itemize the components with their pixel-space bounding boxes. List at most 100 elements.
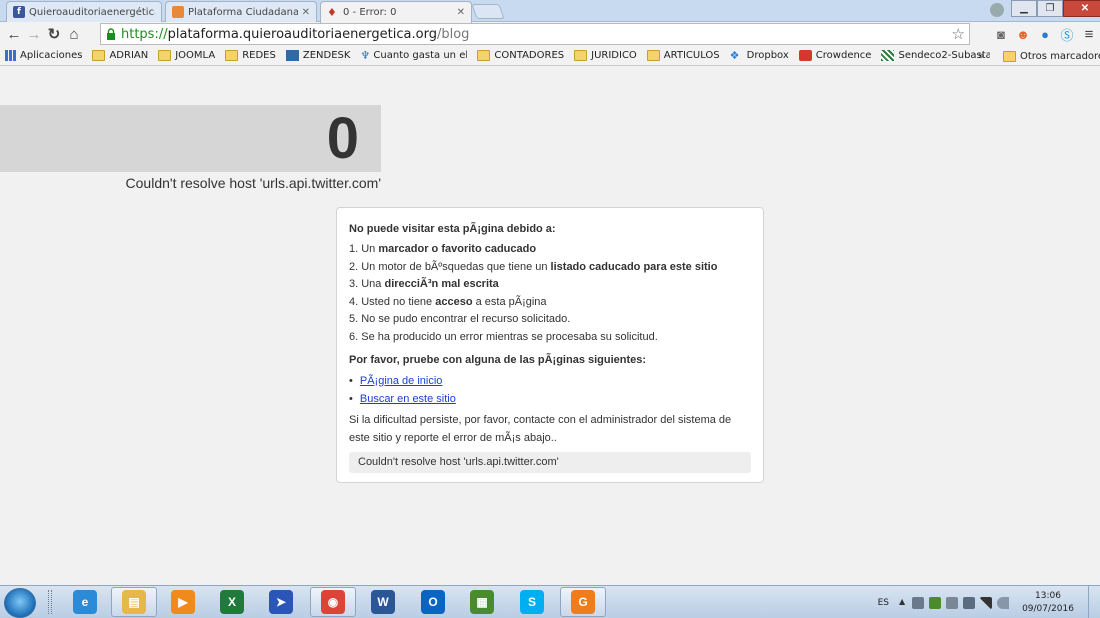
clock-time: 13:06 [1035,590,1061,601]
lock-icon [107,28,115,40]
list-item: 2. Un motor de bÃºsquedas que tiene un l… [349,260,718,273]
show-desktop-button[interactable] [1088,586,1100,618]
address-bar[interactable]: https://plataforma.quieroauditoriaenerge… [100,23,970,45]
taskbar-app-button[interactable]: W [360,587,406,617]
bookmark-label: Cuanto gasta un elec [373,50,468,61]
clock[interactable]: 13:06 09/07/2016 [1014,590,1082,616]
taskbar-app-button[interactable]: ▤ [111,587,157,617]
bookmark-label: ARTICULOS [663,50,720,61]
error-message: Couldn't resolve host 'urls.api.twitter.… [125,175,381,191]
avg-tray-icon[interactable] [929,596,941,609]
tab-strip: f Quieroauditoriaenergética × Plataforma… [0,0,1100,23]
start-button[interactable] [4,588,36,618]
user-profile-icon[interactable] [990,3,1004,17]
list-item: 3. Una direcciÃ³n mal escrita [349,278,499,291]
clock-date: 09/07/2016 [1022,603,1074,614]
tab-title: 0 - Error: 0 [343,7,397,18]
page-content: 0 Couldn't resolve host 'urls.api.twitte… [0,67,1100,585]
back-arrow-icon[interactable]: ← [4,24,24,44]
apps-grid-icon [5,50,16,61]
extension-avatar-icon[interactable]: ☻ [1012,24,1034,44]
action-center-flag-icon[interactable] [912,596,924,609]
taskbar-app-button[interactable]: ➤ [258,587,304,617]
close-tab-icon[interactable]: ✕ [302,7,310,18]
new-tab-button[interactable] [471,4,505,19]
skype-icon: S [520,590,544,614]
bookmarks-overflow-button[interactable]: » [978,49,985,62]
bookmarks-bar: Aplicaciones ADRIAN JOOMLA REDES ZENDESK… [0,46,1100,66]
bookmark-redes[interactable]: REDES [220,50,281,61]
close-window-button[interactable]: ✕ [1063,0,1100,17]
system-tray: ES ▲ 13:06 09/07/2016 [878,586,1100,618]
error-code: 0 [326,106,359,171]
try-pages-heading: Por favor, pruebe con alguna de las pÃ¡g… [349,353,647,366]
taskbar-separator [48,590,52,614]
window-controls: ▁ ❐ ✕ [1011,0,1100,17]
taskbar-app-button[interactable]: ▶ [160,587,206,617]
file-explorer-icon: ▤ [122,590,146,614]
taskbar-app-button[interactable]: ▦ [459,587,505,617]
tab-plataforma[interactable]: Plataforma Ciudadana - A ✕ [165,1,317,22]
bookmark-contadores[interactable]: CONTADORES [472,50,569,61]
bookmark-adrian[interactable]: ADRIAN [87,50,153,61]
maximize-button[interactable]: ❐ [1037,0,1063,17]
forward-arrow-icon[interactable]: → [24,24,44,44]
taskbar-app-button[interactable]: e [62,587,108,617]
bookmark-dropbox[interactable]: ❖ Dropbox [725,50,794,61]
url-path: /blog [436,26,470,42]
extension-bar: ◙ ☻ ● Ⓢ ≡ [990,22,1100,46]
error-code-banner: 0 [0,105,381,172]
tab-facebook[interactable]: f Quieroauditoriaenergética × [6,1,162,22]
taskbar-app-button[interactable]: G [560,587,606,617]
home-icon[interactable]: ⌂ [64,24,84,44]
bookmark-joomla[interactable]: JOOMLA [153,50,220,61]
reload-icon[interactable]: ↻ [44,24,64,44]
network-tray-icon[interactable] [963,596,975,609]
taskbar-app-button[interactable]: ◉ [310,587,356,617]
media-player-icon: ▶ [171,590,195,614]
bookmark-label: Sendeco2-Subasta-CC [898,50,991,61]
signal-icon[interactable] [980,596,992,609]
menu-icon[interactable]: ≡ [1078,24,1100,44]
folder-icon [1003,50,1016,62]
card-heading: No puede visitar esta pÃ¡gina debido a: [349,223,556,235]
bookmark-articulos[interactable]: ARTICULOS [642,50,725,61]
outlook-icon: O [421,590,445,614]
search-site-link[interactable]: Buscar en este sitio [360,393,456,405]
crowdence-icon [798,50,812,61]
bookmark-label: ADRIAN [109,50,149,61]
close-tab-icon[interactable]: ✕ [457,7,465,18]
tab-title: Plataforma Ciudadana - A [188,6,298,18]
list-item: 1. Un marcador o favorito caducado [349,243,537,255]
camera-icon[interactable]: ◙ [990,24,1012,44]
bookmark-cuanto-gasta[interactable]: ♆ Cuanto gasta un elec [355,50,472,61]
bookmark-juridico[interactable]: JURIDICO [569,50,642,61]
other-bookmarks[interactable]: Otros marcadores [998,46,1100,66]
bookmark-aplicaciones[interactable]: Aplicaciones [0,50,87,61]
reasons-list: 1. Un marcador o favorito caducado 2. Un… [349,241,751,347]
suggested-links: PÃ¡gina de inicio Buscar en este sitio [349,372,751,408]
language-indicator[interactable]: ES [878,598,889,608]
skype-extension-icon[interactable]: Ⓢ [1056,24,1078,44]
show-hidden-icons-icon[interactable]: ▲ [899,597,907,609]
taskbar-app-button[interactable]: X [209,587,255,617]
bookmark-label: CONTADORES [494,50,565,61]
bookmark-zendesk[interactable]: ZENDESK [281,50,356,61]
volume-icon[interactable] [997,596,1009,609]
folder-icon [158,50,172,61]
tab-error[interactable]: ♦ 0 - Error: 0 ✕ [320,1,472,23]
taskbar-app-button[interactable]: O [410,587,456,617]
bookmark-crowdence[interactable]: Crowdence [794,50,877,61]
tab-title: Quieroauditoriaenergética × [29,6,155,18]
excel-icon: X [220,590,244,614]
home-page-link[interactable]: PÃ¡gina de inicio [360,375,443,387]
taskbar-app-button[interactable]: S [509,587,555,617]
folder-icon [92,50,106,61]
minimize-button[interactable]: ▁ [1011,0,1037,17]
bookmark-star-icon[interactable]: ☆ [952,25,965,43]
folder-icon [477,50,491,61]
chrome-icon: ◉ [321,590,345,614]
drop-icon: ♦ [327,5,337,19]
device-tray-icon[interactable] [946,596,958,609]
extension-badge-icon[interactable]: ● [1034,24,1056,44]
